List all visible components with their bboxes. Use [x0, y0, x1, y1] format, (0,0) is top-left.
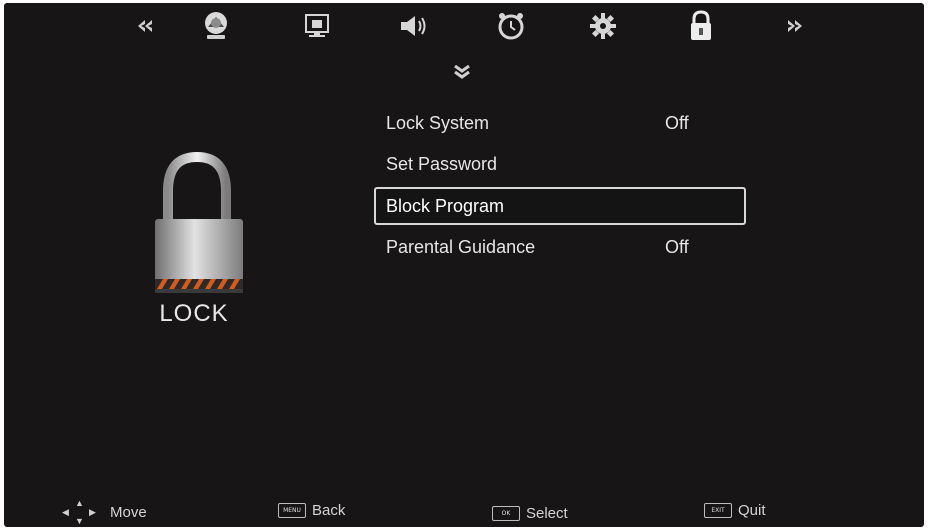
menu-item-set-password[interactable]: Set Password	[374, 145, 746, 183]
time-icon[interactable]	[494, 9, 528, 43]
hint-back: MENU Back	[278, 502, 345, 519]
hint-select-label: Select	[526, 505, 568, 522]
menu-item-parental-guidance[interactable]: Parental Guidance Off	[374, 228, 746, 266]
menu-item-block-program[interactable]: Block Program	[374, 187, 746, 225]
channel-icon[interactable]	[300, 9, 334, 43]
hint-back-label: Back	[312, 502, 346, 519]
menu-item-label: Parental Guidance	[386, 237, 536, 257]
dpad-icon: ▲ ▼ ◀ ▶	[62, 498, 96, 526]
lock-caption: LOCK	[159, 300, 229, 327]
next-arrow-icon[interactable]	[778, 9, 812, 43]
prev-arrow-icon[interactable]	[128, 9, 162, 43]
menu-item-label: Block Program	[386, 196, 505, 216]
ok-key-icon: OK	[492, 506, 520, 521]
hint-quit: EXIT Quit	[704, 502, 766, 519]
lock-icon[interactable]	[684, 9, 718, 43]
exit-key-icon: EXIT	[704, 503, 732, 518]
menu-item-label: Lock System	[386, 113, 490, 133]
sound-icon[interactable]	[397, 9, 431, 43]
menu-item-value: Off	[665, 237, 689, 257]
top-menu-bar	[4, 3, 924, 49]
hint-move: ▲ ▼ ◀ ▶ Move	[60, 498, 147, 526]
hint-move-label: Move	[110, 503, 147, 521]
menu-item-label: Set Password	[386, 154, 498, 174]
tv-screen: LOCK Lock System Off Set Password Block …	[4, 3, 924, 527]
menu-item-value: Off	[665, 113, 689, 133]
hint-select: OK Select	[492, 505, 568, 522]
picture-icon[interactable]	[199, 9, 233, 43]
chevron-down-icon	[452, 64, 472, 79]
menu-item-lock-system[interactable]: Lock System Off	[374, 104, 746, 142]
lock-illustration	[149, 151, 249, 301]
hint-quit-label: Quit	[738, 502, 766, 519]
menu-key-icon: MENU	[278, 503, 306, 518]
setup-icon[interactable]	[586, 9, 620, 43]
